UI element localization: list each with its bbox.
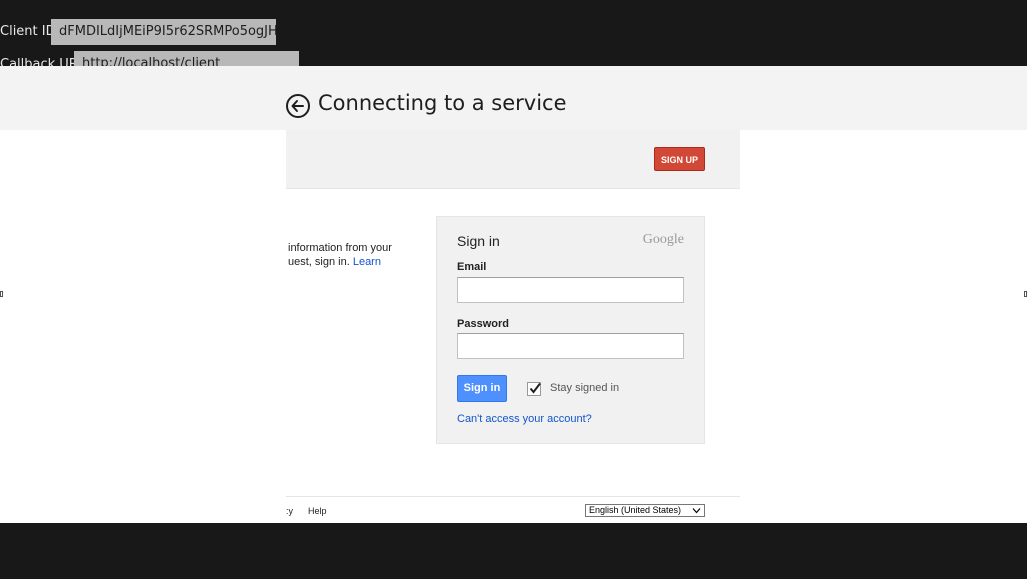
password-field[interactable] bbox=[457, 333, 684, 359]
info-text-line-2-text: uest, sign in. bbox=[288, 256, 350, 268]
checkmark-icon bbox=[529, 382, 541, 394]
chevron-down-icon bbox=[692, 508, 701, 514]
sign-in-box: Sign in Google Email Password Sign in St… bbox=[436, 216, 705, 444]
web-top-bar: SIGN UP bbox=[286, 130, 740, 189]
broker-title: Connecting to a service bbox=[318, 91, 567, 115]
learn-link[interactable]: Learn bbox=[353, 256, 381, 268]
info-text-line-2: uest, sign in. Learn bbox=[288, 255, 428, 269]
left-edge-marker bbox=[0, 291, 3, 297]
info-text-line-1: information from your bbox=[288, 242, 392, 254]
broker-header: Connecting to a service bbox=[0, 66, 1027, 130]
password-label: Password bbox=[457, 318, 509, 330]
language-selected-value: English (United States) bbox=[589, 505, 682, 515]
sign-up-button[interactable]: SIGN UP bbox=[654, 147, 705, 171]
auth-broker-dialog: Connecting to a service SIGN UP informat… bbox=[0, 66, 1027, 523]
client-id-field[interactable]: dFMDILdIjMEiP9I5r62SRMPo5ogJH25v bbox=[51, 19, 276, 45]
sign-in-button[interactable]: Sign in bbox=[457, 375, 507, 402]
google-logo: Google bbox=[642, 232, 684, 247]
cant-access-account-link[interactable]: Can't access your account? bbox=[457, 413, 592, 425]
footer-link-help[interactable]: Help bbox=[308, 506, 327, 516]
stay-signed-in-checkbox[interactable] bbox=[527, 382, 541, 396]
email-label: Email bbox=[457, 261, 487, 273]
info-text: information from your uest, sign in. Lea… bbox=[288, 241, 428, 269]
stay-signed-in-label: Stay signed in bbox=[550, 382, 620, 394]
email-field[interactable] bbox=[457, 277, 684, 303]
footer-link-privacy[interactable]: :y bbox=[286, 506, 293, 516]
back-arrow-circle-icon[interactable] bbox=[286, 94, 310, 118]
sign-in-heading: Sign in bbox=[457, 233, 500, 249]
language-select[interactable]: English (United States) bbox=[585, 504, 705, 517]
web-footer: :y Help English (United States) bbox=[286, 496, 740, 523]
